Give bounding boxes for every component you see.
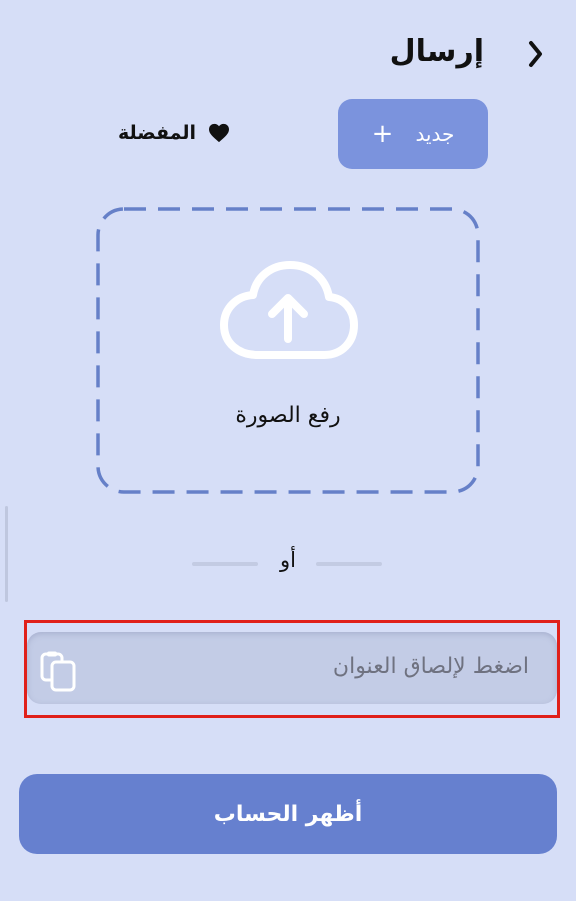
divider-line-left [192,562,258,566]
paste-address-highlight: اضغط لإلصاق العنوان [24,620,560,718]
favorites-label: المفضلة [118,122,197,144]
show-account-button[interactable]: أظهر الحساب [19,774,557,854]
plus-icon: + [371,119,394,149]
new-button[interactable]: جديد + [338,99,488,169]
chevron-left-icon [529,41,542,67]
upload-label: رفع الصورة [235,403,341,428]
cloud-upload-icon [220,261,358,359]
image-upload-zone[interactable]: رفع الصورة [96,207,480,494]
divider-line-right [316,562,382,566]
clipboard-icon[interactable] [39,650,77,692]
new-button-label: جديد [415,122,455,146]
scroll-indicator [5,506,8,602]
page-title: إرسال [389,34,484,69]
heart-icon [209,123,230,143]
or-divider-text: أو [280,548,296,572]
back-button[interactable] [520,36,550,72]
favorites-link[interactable]: المفضلة [118,118,230,148]
paste-address-field[interactable]: اضغط لإلصاق العنوان [27,632,557,704]
paste-address-placeholder: اضغط لإلصاق العنوان [332,654,529,679]
